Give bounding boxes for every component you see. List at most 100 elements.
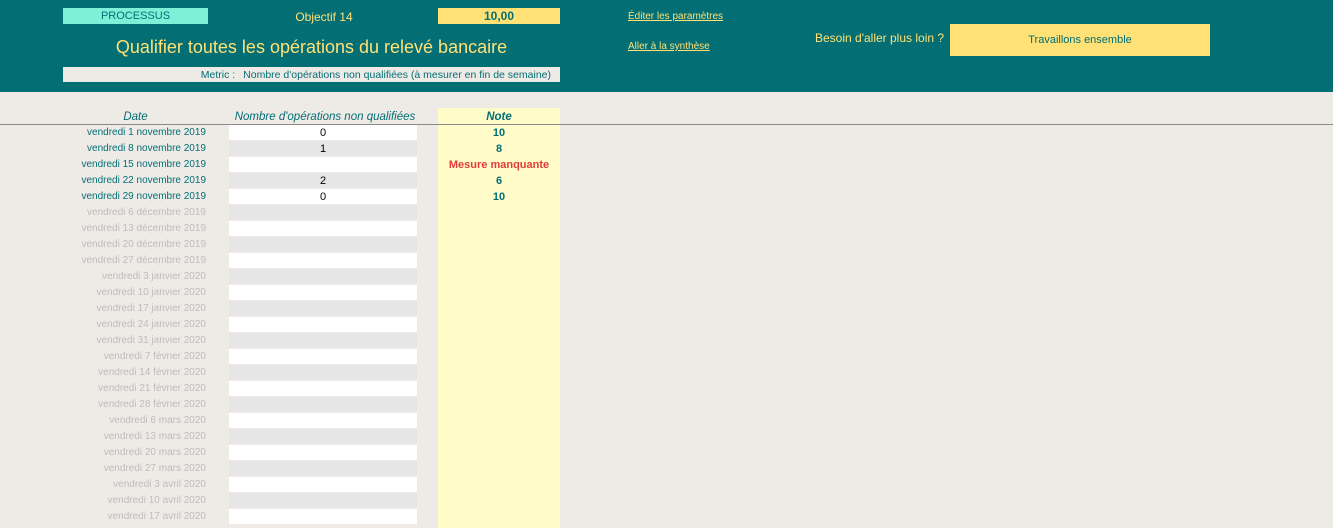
operations-count-cell[interactable] — [229, 221, 417, 236]
row-date: vendredi 3 janvier 2020 — [102, 271, 206, 282]
table-row: vendredi 17 avril 2020 — [0, 509, 600, 525]
table-row: vendredi 21 février 2020 — [0, 381, 600, 397]
operations-count-cell[interactable] — [229, 205, 417, 220]
table-row: vendredi 28 février 2020 — [0, 397, 600, 413]
row-date: vendredi 10 avril 2020 — [107, 495, 206, 506]
operations-count-cell[interactable] — [229, 349, 417, 364]
table-row: vendredi 3 avril 2020 — [0, 477, 600, 493]
row-note — [438, 253, 560, 269]
table-row: vendredi 24 janvier 2020 — [0, 317, 600, 333]
operations-count-cell[interactable] — [229, 365, 417, 380]
operations-count-cell[interactable] — [229, 445, 417, 460]
table-row: vendredi 1 novembre 2019 0 10 — [0, 125, 600, 141]
category-badge: PROCESSUS — [63, 8, 208, 24]
score-value: 10,00 — [438, 8, 560, 24]
table-row: vendredi 13 décembre 2019 — [0, 221, 600, 237]
operations-count-cell[interactable] — [229, 237, 417, 252]
row-note — [438, 509, 560, 525]
row-note — [438, 301, 560, 317]
row-date: vendredi 31 janvier 2020 — [96, 335, 206, 346]
row-note: 8 — [495, 143, 503, 155]
row-date: vendredi 17 janvier 2020 — [96, 303, 206, 314]
row-date: vendredi 21 février 2020 — [98, 383, 206, 394]
table-row: vendredi 13 mars 2020 — [0, 429, 600, 445]
row-note — [438, 461, 560, 477]
row-date: vendredi 27 mars 2020 — [103, 463, 206, 474]
operations-count-cell[interactable] — [229, 381, 417, 396]
operations-count-cell[interactable] — [229, 333, 417, 348]
row-date: vendredi 22 novembre 2019 — [81, 175, 206, 186]
operations-count-cell[interactable] — [229, 477, 417, 492]
table-row: vendredi 17 janvier 2020 — [0, 301, 600, 317]
row-date: vendredi 20 mars 2020 — [103, 447, 206, 458]
row-note: 10 — [492, 127, 506, 139]
operations-count-cell[interactable]: 2 — [229, 173, 417, 188]
table-row: vendredi 20 décembre 2019 — [0, 237, 600, 253]
row-note — [438, 205, 560, 221]
go-to-synthesis-link[interactable]: Aller à la synthèse — [628, 41, 710, 52]
row-note — [438, 397, 560, 413]
operations-count-cell[interactable] — [229, 461, 417, 476]
row-note — [438, 317, 560, 333]
metric-bar: Metric : Nombre d'opérations non qualifi… — [63, 67, 560, 82]
operations-count-cell[interactable] — [229, 301, 417, 316]
row-date: vendredi 10 janvier 2020 — [96, 287, 206, 298]
operations-count-cell[interactable]: 0 — [229, 125, 417, 140]
operations-count-cell[interactable] — [229, 429, 417, 444]
row-date: vendredi 6 décembre 2019 — [87, 207, 206, 218]
row-date: vendredi 8 novembre 2019 — [87, 143, 206, 154]
table-row: vendredi 20 mars 2020 — [0, 445, 600, 461]
table-row: vendredi 15 novembre 2019 Mesure manquant… — [0, 157, 600, 173]
missing-measure-note: Mesure manquante — [448, 159, 550, 171]
table-row: vendredi 27 décembre 2019 — [0, 253, 600, 269]
table-row: vendredi 10 avril 2020 — [0, 493, 600, 509]
operations-count-cell[interactable] — [229, 285, 417, 300]
table-row: vendredi 14 février 2020 — [0, 365, 600, 381]
table-row: vendredi 7 février 2020 — [0, 349, 600, 365]
row-note — [438, 493, 560, 509]
row-note — [438, 349, 560, 365]
row-date: vendredi 17 avril 2020 — [107, 511, 206, 522]
table-row: vendredi 22 novembre 2019 2 6 — [0, 173, 600, 189]
table-row: vendredi 10 janvier 2020 — [0, 285, 600, 301]
row-note — [438, 333, 560, 349]
operations-count-cell[interactable] — [229, 397, 417, 412]
row-note: 10 — [492, 191, 506, 203]
page-title: Qualifier toutes les opérations du relev… — [115, 36, 508, 57]
table-row: vendredi 27 mars 2020 — [0, 461, 600, 477]
table-row: vendredi 8 novembre 2019 1 8 — [0, 141, 600, 157]
row-date: vendredi 24 janvier 2020 — [96, 319, 206, 330]
column-header-date: Date — [123, 111, 148, 123]
work-together-button[interactable]: Travaillons ensemble — [950, 24, 1210, 56]
row-note — [438, 237, 560, 253]
table-row: vendredi 29 novembre 2019 0 10 — [0, 189, 600, 205]
operations-count-cell[interactable] — [229, 253, 417, 268]
operations-count-cell[interactable] — [229, 269, 417, 284]
operations-count-cell[interactable] — [229, 509, 417, 524]
row-date: vendredi 20 décembre 2019 — [81, 239, 206, 250]
column-header-count: Nombre d'opérations non qualifiées — [234, 111, 416, 123]
row-note — [438, 381, 560, 397]
row-note — [438, 429, 560, 445]
table-row: vendredi 3 janvier 2020 — [0, 269, 600, 285]
operations-count-cell[interactable] — [229, 317, 417, 332]
operations-count-cell[interactable]: 0 — [229, 189, 417, 204]
row-date: vendredi 3 avril 2020 — [113, 479, 206, 490]
row-date: vendredi 27 décembre 2019 — [81, 255, 206, 266]
row-note — [438, 413, 560, 429]
operations-count-cell[interactable] — [229, 413, 417, 428]
table-row: vendredi 31 janvier 2020 — [0, 333, 600, 349]
operations-count-cell[interactable] — [229, 493, 417, 508]
metric-value: Nombre d'opérations non qualifiées (à me… — [243, 68, 551, 81]
measurement-table: vendredi 1 novembre 2019 0 10 vendredi 8 no… — [0, 125, 600, 525]
row-note: 6 — [495, 175, 503, 187]
operations-count-cell[interactable]: 1 — [229, 141, 417, 156]
row-note — [438, 365, 560, 381]
edit-parameters-link[interactable]: Éditer les paramètres — [628, 11, 723, 22]
metric-label: Metric : — [200, 68, 236, 81]
row-note — [438, 285, 560, 301]
operations-count-cell[interactable] — [229, 157, 417, 172]
row-date: vendredi 28 février 2020 — [98, 399, 206, 410]
header-banner: PROCESSUS Objectif 14 10,00 Qualifier to… — [0, 0, 1333, 92]
table-row: vendredi 6 mars 2020 — [0, 413, 600, 429]
